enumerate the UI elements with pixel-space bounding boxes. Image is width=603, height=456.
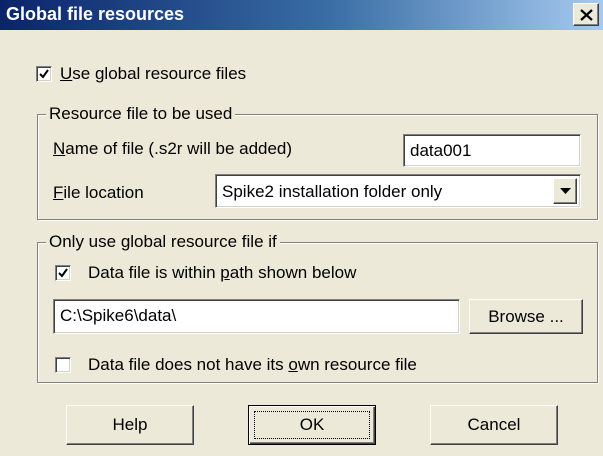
own-resource-checkbox[interactable] <box>55 357 71 373</box>
resource-file-group-legend: Resource file to be used <box>46 104 236 124</box>
close-button[interactable] <box>573 3 599 26</box>
file-location-dropdown-button[interactable] <box>553 178 577 204</box>
browse-button[interactable]: Browse ... <box>469 299 583 334</box>
check-mark-icon <box>58 268 68 278</box>
file-location-label: File location <box>53 183 144 202</box>
use-global-checkbox[interactable] <box>36 66 52 82</box>
file-name-label: Name of file (.s2r will be added) <box>53 139 293 158</box>
path-input[interactable]: C:\Spike6\data\ <box>53 299 460 334</box>
file-location-value: Spike2 installation folder only <box>222 182 443 201</box>
ok-button[interactable]: OK <box>248 405 376 445</box>
path-checkbox[interactable] <box>55 265 71 281</box>
window-title: Global file resources <box>6 4 185 24</box>
chevron-down-icon <box>560 188 571 194</box>
help-button[interactable]: Help <box>66 405 194 445</box>
cancel-button[interactable]: Cancel <box>430 405 558 445</box>
ok-button-label: OK <box>299 415 325 434</box>
condition-group-legend: Only use global resource file if <box>46 232 280 252</box>
own-resource-label: Data file does not have its own resource… <box>88 355 417 374</box>
use-global-label: Use global resource files <box>60 64 247 83</box>
path-checkbox-label: Data file is within path shown below <box>88 263 357 282</box>
close-icon <box>580 9 593 21</box>
file-location-select[interactable]: Spike2 installation folder only <box>215 174 581 208</box>
title-bar: Global file resources <box>0 0 603 30</box>
check-mark-icon <box>39 69 49 79</box>
file-name-input[interactable]: data001 <box>403 134 581 167</box>
